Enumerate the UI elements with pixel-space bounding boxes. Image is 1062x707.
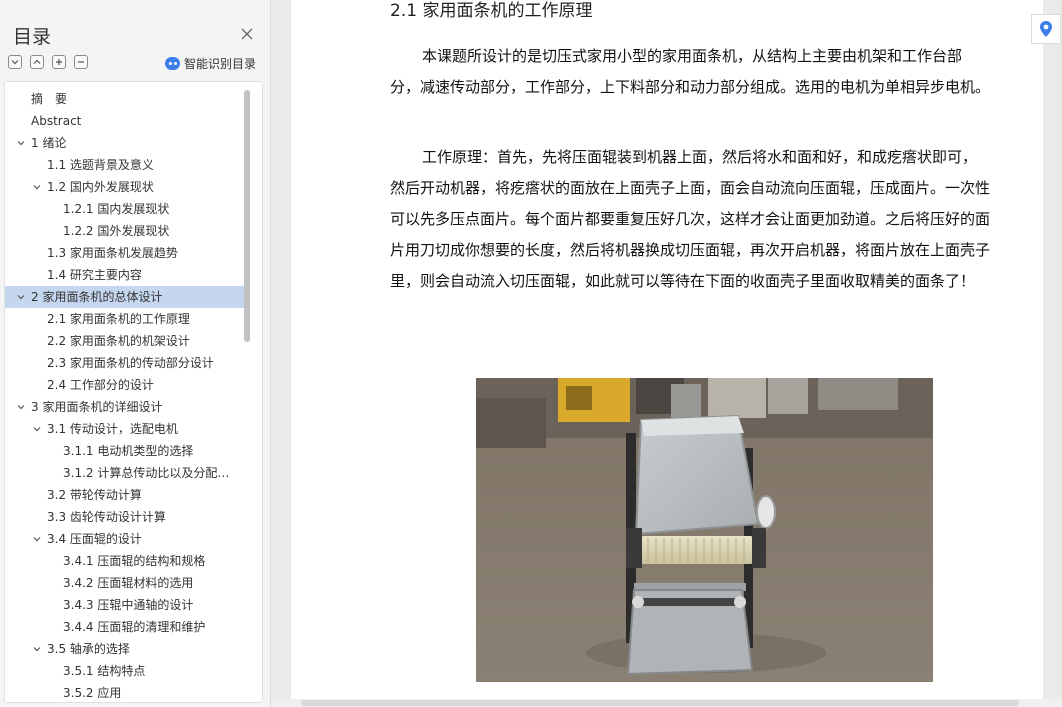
toc-item-label: 3.4.3 压辊中通轴的设计	[63, 598, 194, 612]
document-viewport: 2.1 家用面条机的工作原理 本课题所设计的是切压式家用小型的家用面条机，从结构…	[271, 0, 1062, 707]
toc-item[interactable]: 3.5.2 应用	[5, 682, 245, 702]
horizontal-scrollbar[interactable]	[271, 699, 1062, 707]
close-icon[interactable]	[239, 26, 255, 42]
toc-item-label: 3.5.2 应用	[63, 686, 122, 700]
minus-icon[interactable]	[74, 55, 88, 69]
toc-item-label: 1.4 研究主要内容	[47, 268, 142, 282]
toc-item-label: 摘 要	[31, 92, 68, 106]
toc-item-label: 3.4 压面辊的设计	[47, 532, 142, 546]
section-heading: 2.1 家用面条机的工作原理	[390, 1, 593, 21]
chevron-down-icon[interactable]	[17, 293, 25, 301]
toc-item[interactable]: 3.3 齿轮传动设计计算	[5, 506, 245, 528]
toc-item[interactable]: 3.1.2 计算总传动比以及分配…	[5, 462, 245, 484]
document-page: 2.1 家用面条机的工作原理 本课题所设计的是切压式家用小型的家用面条机，从结构…	[291, 0, 1043, 699]
chevron-down-icon[interactable]	[33, 425, 41, 433]
toc-item[interactable]: 3.2 带轮传动计算	[5, 484, 245, 506]
toc-item[interactable]: 2.2 家用面条机的机架设计	[5, 330, 245, 352]
toc-item-label: 3.4.1 压面辊的结构和规格	[63, 554, 206, 568]
toc-item[interactable]: 1.2.1 国内发展现状	[5, 198, 245, 220]
toc-item-label: 2 家用面条机的总体设计	[31, 290, 163, 304]
toc-item[interactable]: 2.3 家用面条机的传动部分设计	[5, 352, 245, 374]
toc-item-label: 3.4.4 压面辊的清理和维护	[63, 620, 206, 634]
toc-item[interactable]: 摘 要	[5, 88, 245, 110]
toc-item-label: 3 家用面条机的详细设计	[31, 400, 163, 414]
toc-item[interactable]: 1 绪论	[5, 132, 245, 154]
toc-sidebar: 目录 智能识别目录 摘 要 Abstract 1 绪论 1.1 选题背景及意义 1.2 …	[0, 0, 271, 707]
noodle-machine-photo	[476, 378, 933, 682]
chevron-down-icon[interactable]	[17, 403, 25, 411]
toc-item[interactable]: 1.1 选题背景及意义	[5, 154, 245, 176]
ai-assistant-icon	[165, 56, 180, 70]
collapse-all-icon[interactable]	[8, 55, 22, 69]
smart-toc-label: 智能识别目录	[184, 56, 257, 71]
toc-item-label: 1.2.1 国内发展现状	[63, 202, 170, 216]
toc-item[interactable]: 3.4.2 压面辊材料的选用	[5, 572, 245, 594]
smart-toc-button[interactable]: 智能识别目录	[165, 54, 256, 72]
toc-item[interactable]: 3.5 轴承的选择	[5, 638, 245, 660]
toc-item[interactable]: 1.3 家用面条机发展趋势	[5, 242, 245, 264]
toc-item[interactable]: 2 家用面条机的总体设计	[5, 286, 245, 308]
toc-item[interactable]: 3.5.1 结构特点	[5, 660, 245, 682]
toc-item[interactable]: 1.2.2 国外发展现状	[5, 220, 245, 242]
toc-item[interactable]: 3.4.1 压面辊的结构和规格	[5, 550, 245, 572]
toc-item-label: 3.5 轴承的选择	[47, 642, 130, 656]
toc-toolbar	[8, 55, 88, 71]
toc-item[interactable]: 1.4 研究主要内容	[5, 264, 245, 286]
toc-item-label: 3.1 传动设计，选配电机	[47, 422, 178, 436]
expand-all-icon[interactable]	[30, 55, 44, 69]
toc-item-label: 1 绪论	[31, 136, 67, 150]
toc-item[interactable]: 2.1 家用面条机的工作原理	[5, 308, 245, 330]
toc-item-label: 2.1 家用面条机的工作原理	[47, 312, 190, 326]
location-pin-icon[interactable]	[1031, 14, 1061, 44]
toc-item-label: 1.1 选题背景及意义	[47, 158, 154, 172]
toc-item[interactable]: 3.4.4 压面辊的清理和维护	[5, 616, 245, 638]
sidebar-title: 目录	[13, 26, 52, 48]
toc-item[interactable]: 3.4.3 压辊中通轴的设计	[5, 594, 245, 616]
chevron-down-icon[interactable]	[33, 535, 41, 543]
paragraph: 工作原理：首先，先将压面辊装到机器上面，然后将水和面和好，和成疙瘩状即可，然后开…	[390, 148, 991, 290]
toc-item-label: 3.2 带轮传动计算	[47, 488, 142, 502]
toc-item[interactable]: 3.1 传动设计，选配电机	[5, 418, 245, 440]
chevron-down-icon[interactable]	[33, 645, 41, 653]
chevron-down-icon[interactable]	[17, 139, 25, 147]
toc-item[interactable]: 3.1.1 电动机类型的选择	[5, 440, 245, 462]
toc-item-label: 3.1.1 电动机类型的选择	[63, 444, 194, 458]
toc-scrollbar[interactable]	[244, 90, 250, 342]
toc-item[interactable]: 1.2 国内外发展现状	[5, 176, 245, 198]
toc-item-label: 1.2.2 国外发展现状	[63, 224, 170, 238]
toc-item-label: 3.5.1 结构特点	[63, 664, 146, 678]
toc-item-label: 1.2 国内外发展现状	[47, 180, 154, 194]
toc-item[interactable]: 3 家用面条机的详细设计	[5, 396, 245, 418]
toc-item-label: 2.3 家用面条机的传动部分设计	[47, 356, 214, 370]
toc-item-label: 2.4 工作部分的设计	[47, 378, 154, 392]
toc-item-label: 3.3 齿轮传动设计计算	[47, 510, 166, 524]
toc-panel: 摘 要 Abstract 1 绪论 1.1 选题背景及意义 1.2 国内外发展现状 1.2…	[4, 81, 263, 703]
toc-item[interactable]: 3.4 压面辊的设计	[5, 528, 245, 550]
toc-item-label: 1.3 家用面条机发展趋势	[47, 246, 178, 260]
toc-item[interactable]: 2.4 工作部分的设计	[5, 374, 245, 396]
paragraph: 本课题所设计的是切压式家用小型的家用面条机，从结构上主要由机架和工作台部分，减速…	[390, 47, 991, 96]
scrollbar-thumb[interactable]	[301, 700, 1019, 706]
chevron-down-icon[interactable]	[33, 183, 41, 191]
toc-item[interactable]: Abstract	[5, 110, 245, 132]
toc-item-label: Abstract	[31, 114, 82, 128]
toc-item-label: 2.2 家用面条机的机架设计	[47, 334, 190, 348]
toc-item-label: 3.1.2 计算总传动比以及分配…	[63, 466, 230, 480]
toc-item-label: 3.4.2 压面辊材料的选用	[63, 576, 194, 590]
toc-list: 摘 要 Abstract 1 绪论 1.1 选题背景及意义 1.2 国内外发展现状 1.2…	[5, 88, 245, 702]
plus-icon[interactable]	[52, 55, 66, 69]
